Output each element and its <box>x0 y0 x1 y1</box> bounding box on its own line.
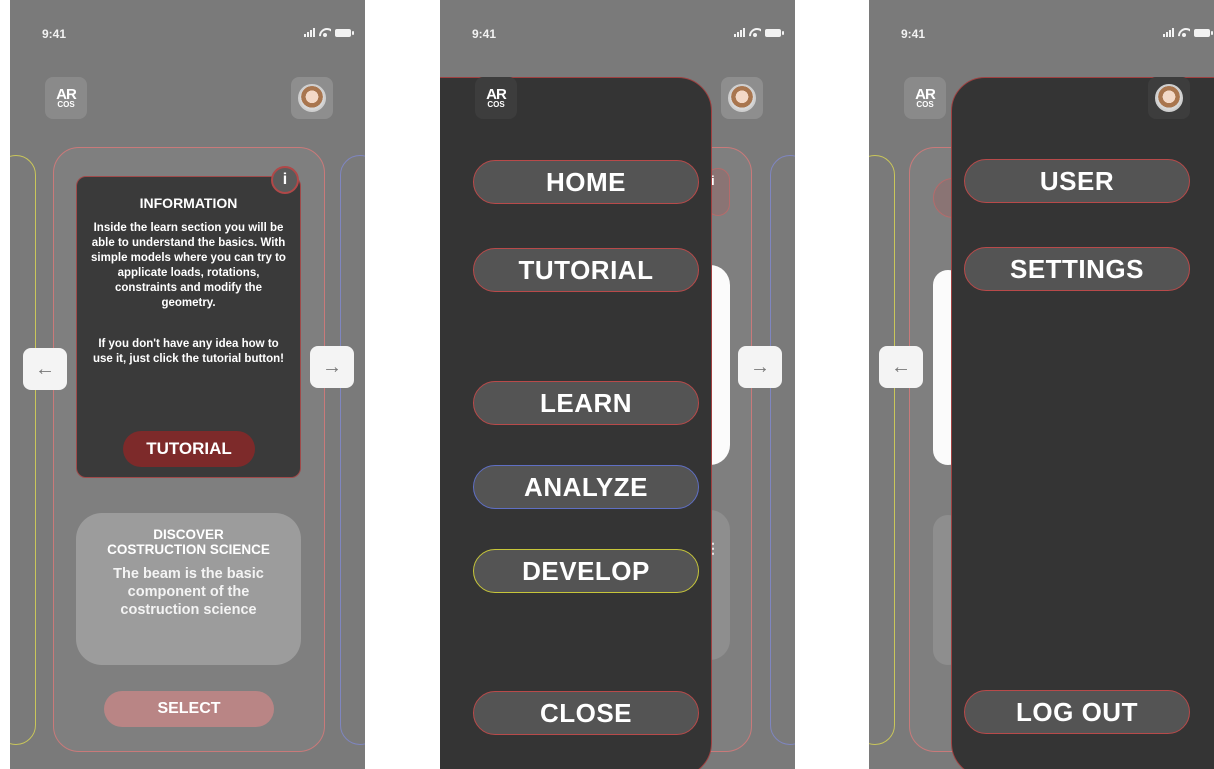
tutorial-button[interactable]: TUTORIAL <box>123 431 255 467</box>
profile-button[interactable] <box>721 77 763 119</box>
app-logo[interactable]: AR COS <box>904 77 946 119</box>
discover-title: DISCOVER COSTRUCTION SCIENCE <box>76 527 301 557</box>
status-time: 9:41 <box>901 27 926 41</box>
logo-subtext: COS <box>487 100 505 109</box>
battery-icon <box>765 29 784 37</box>
app-logo[interactable]: AR COS <box>475 77 517 119</box>
prev-arrow-button[interactable]: ← <box>879 346 923 388</box>
discover-title-line2: COSTRUCTION SCIENCE <box>107 542 270 557</box>
next-arrow-button[interactable]: → <box>310 346 354 388</box>
prev-card-peek <box>10 155 36 745</box>
arrow-left-icon: ← <box>891 355 911 378</box>
profile-button[interactable] <box>291 77 333 119</box>
signal-icon <box>1163 28 1174 37</box>
discover-card: DISCOVER COSTRUCTION SCIENCE The beam is… <box>76 513 301 665</box>
next-card-peek <box>340 155 365 745</box>
next-card-peek <box>770 155 795 745</box>
app-logo[interactable]: AR COS <box>45 77 87 119</box>
information-popup: INFORMATION Inside the learn section you… <box>76 176 301 478</box>
wifi-icon <box>749 28 761 37</box>
battery-icon <box>1194 29 1213 37</box>
status-icons <box>304 28 354 37</box>
wifi-icon <box>1178 28 1190 37</box>
battery-icon <box>335 29 354 37</box>
status-time: 9:41 <box>472 27 497 41</box>
prev-arrow-button[interactable]: ← <box>23 348 67 390</box>
signal-icon <box>734 28 745 37</box>
menu-logout-button[interactable]: LOG OUT <box>964 690 1190 734</box>
signal-icon <box>304 28 315 37</box>
learn-screen: 9:41 AR COS ← → INFORMATION Inside the l… <box>10 0 365 769</box>
menu-develop-button[interactable]: DEVELOP <box>473 549 699 593</box>
info-title: INFORMATION <box>139 195 238 211</box>
menu-close-button[interactable]: CLOSE <box>473 691 699 735</box>
menu-user-button[interactable]: USER <box>964 159 1190 203</box>
logo-subtext: COS <box>57 100 75 109</box>
status-icons <box>734 28 784 37</box>
avatar <box>298 84 326 112</box>
select-button[interactable]: SELECT <box>104 691 274 727</box>
wifi-icon <box>319 28 331 37</box>
menu-tutorial-button[interactable]: TUTORIAL <box>473 248 699 292</box>
menu-settings-button[interactable]: SETTINGS <box>964 247 1190 291</box>
menu-home-button[interactable]: HOME <box>473 160 699 204</box>
status-time: 9:41 <box>42 27 67 41</box>
logo-subtext: COS <box>916 100 934 109</box>
info-body-secondary: If you don't have any idea how to use it… <box>92 338 285 365</box>
main-menu-screen: 9:41 i ⋮ → AR COS HOME TUTORIAL LEARN AN… <box>440 0 795 769</box>
menu-analyze-button[interactable]: ANALYZE <box>473 465 699 509</box>
menu-learn-button[interactable]: LEARN <box>473 381 699 425</box>
arrow-left-icon: ← <box>35 357 55 380</box>
avatar <box>728 84 756 112</box>
info-icon[interactable]: i <box>271 166 299 194</box>
profile-button[interactable] <box>1148 77 1190 119</box>
avatar <box>1155 84 1183 112</box>
info-body: Inside the learn section you will be abl… <box>91 222 286 309</box>
arrow-right-icon: → <box>322 355 342 378</box>
discover-title-line1: DISCOVER <box>153 527 224 542</box>
next-arrow-button[interactable]: → <box>738 346 782 388</box>
arrow-right-icon: → <box>750 355 770 378</box>
discover-body: The beam is the basic component of the c… <box>113 566 264 618</box>
user-menu-screen: 9:41 AR COS ← USER SETTINGS LOG OUT <box>869 0 1214 769</box>
prev-card-peek <box>869 155 895 745</box>
status-icons <box>1163 28 1213 37</box>
